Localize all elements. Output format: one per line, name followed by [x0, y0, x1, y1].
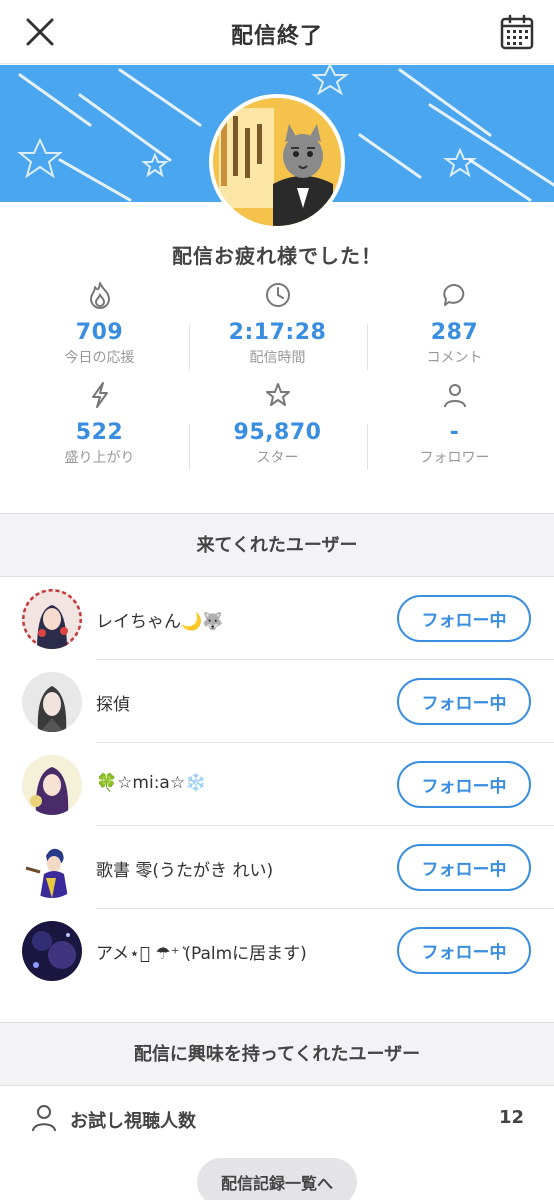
user-name: 🍀☆mi:a☆❄️	[96, 773, 207, 793]
follow-button[interactable]: フォロー中	[397, 927, 531, 974]
streamer-avatar	[209, 94, 345, 230]
flame-icon	[89, 282, 110, 309]
person-icon	[443, 384, 466, 408]
stat-label: スター	[256, 450, 299, 466]
avatar[interactable]	[22, 838, 82, 898]
avatar[interactable]	[22, 921, 82, 981]
stat-value: 95,870	[233, 420, 322, 445]
stat-value: -	[449, 420, 460, 445]
stat-value: 709	[75, 320, 124, 345]
trial-viewers-value: 12	[498, 1107, 524, 1128]
person-icon	[32, 1105, 56, 1132]
list-item: 歌書 零(うたがき れい) フォロー中	[0, 826, 554, 909]
follow-button[interactable]: フォロー中	[397, 844, 531, 891]
stat-label: 盛り上がり	[64, 450, 135, 466]
stat-label: 今日の応援	[64, 350, 135, 366]
follow-button[interactable]: フォロー中	[397, 595, 531, 642]
lightning-icon	[91, 382, 108, 408]
trial-viewers-label: お試し視聴人数	[70, 1111, 196, 1132]
avatar[interactable]	[22, 755, 82, 815]
list-item: 🍀☆mi:a☆❄️ フォロー中	[0, 743, 554, 826]
follow-button[interactable]: フォロー中	[397, 761, 531, 808]
stream-history-button[interactable]: 配信記録一覧へ	[197, 1158, 357, 1200]
stat-stars: 95,870 スター	[185, 380, 370, 467]
stat-excitement: 522 盛り上がり	[7, 380, 192, 467]
page-title: 配信終了	[230, 24, 323, 49]
avatar[interactable]	[22, 589, 82, 649]
stats-row-2: 522 盛り上がり 95,870 スター - フォロワー	[0, 380, 554, 480]
stat-value: 287	[430, 320, 479, 345]
interested-users-header: 配信に興味を持ってくれたユーザー	[0, 1022, 554, 1086]
user-name: レイちゃん🌙🐺	[96, 612, 224, 632]
stat-support: 709 今日の応援	[7, 280, 192, 367]
list-item: レイちゃん🌙🐺 フォロー中	[0, 577, 554, 660]
stat-value: 522	[75, 420, 124, 445]
trial-viewers-row: お試し視聴人数 12	[0, 1087, 554, 1151]
header: 配信終了	[0, 0, 554, 64]
stat-value: 2:17:28	[228, 320, 327, 345]
stat-label: フォロワー	[419, 450, 490, 466]
stat-label: コメント	[426, 350, 483, 366]
stat-followers: - フォロワー	[362, 380, 547, 467]
visited-users-header: 来てくれたユーザー	[0, 513, 554, 577]
user-name: 歌書 零(うたがき れい)	[96, 861, 274, 881]
clock-icon	[265, 283, 290, 307]
stat-comments: 287 コメント	[362, 280, 547, 367]
follow-button[interactable]: フォロー中	[397, 678, 531, 725]
list-item: アメ⋆͛ ☂︎⁺ ͛(Palmに居ます) フォロー中	[0, 909, 554, 992]
thanks-message: 配信お疲れ様でした！	[172, 244, 382, 268]
user-name: 探偵	[96, 695, 130, 715]
calendar-icon[interactable]	[500, 14, 534, 50]
stats-grid: 709 今日の応援 2:17:28 配信時間 287 コメント 522 盛り上が…	[0, 280, 554, 480]
stat-duration: 2:17:28 配信時間	[185, 280, 370, 367]
star-icon	[265, 383, 290, 406]
list-item: 探偵 フォロー中	[0, 660, 554, 743]
stats-row-1: 709 今日の応援 2:17:28 配信時間 287 コメント	[0, 280, 554, 380]
user-name: アメ⋆͛ ☂︎⁺ ͛(Palmに居ます)	[96, 944, 307, 964]
comment-icon	[442, 283, 464, 306]
avatar[interactable]	[22, 672, 82, 732]
stat-label: 配信時間	[249, 350, 306, 366]
